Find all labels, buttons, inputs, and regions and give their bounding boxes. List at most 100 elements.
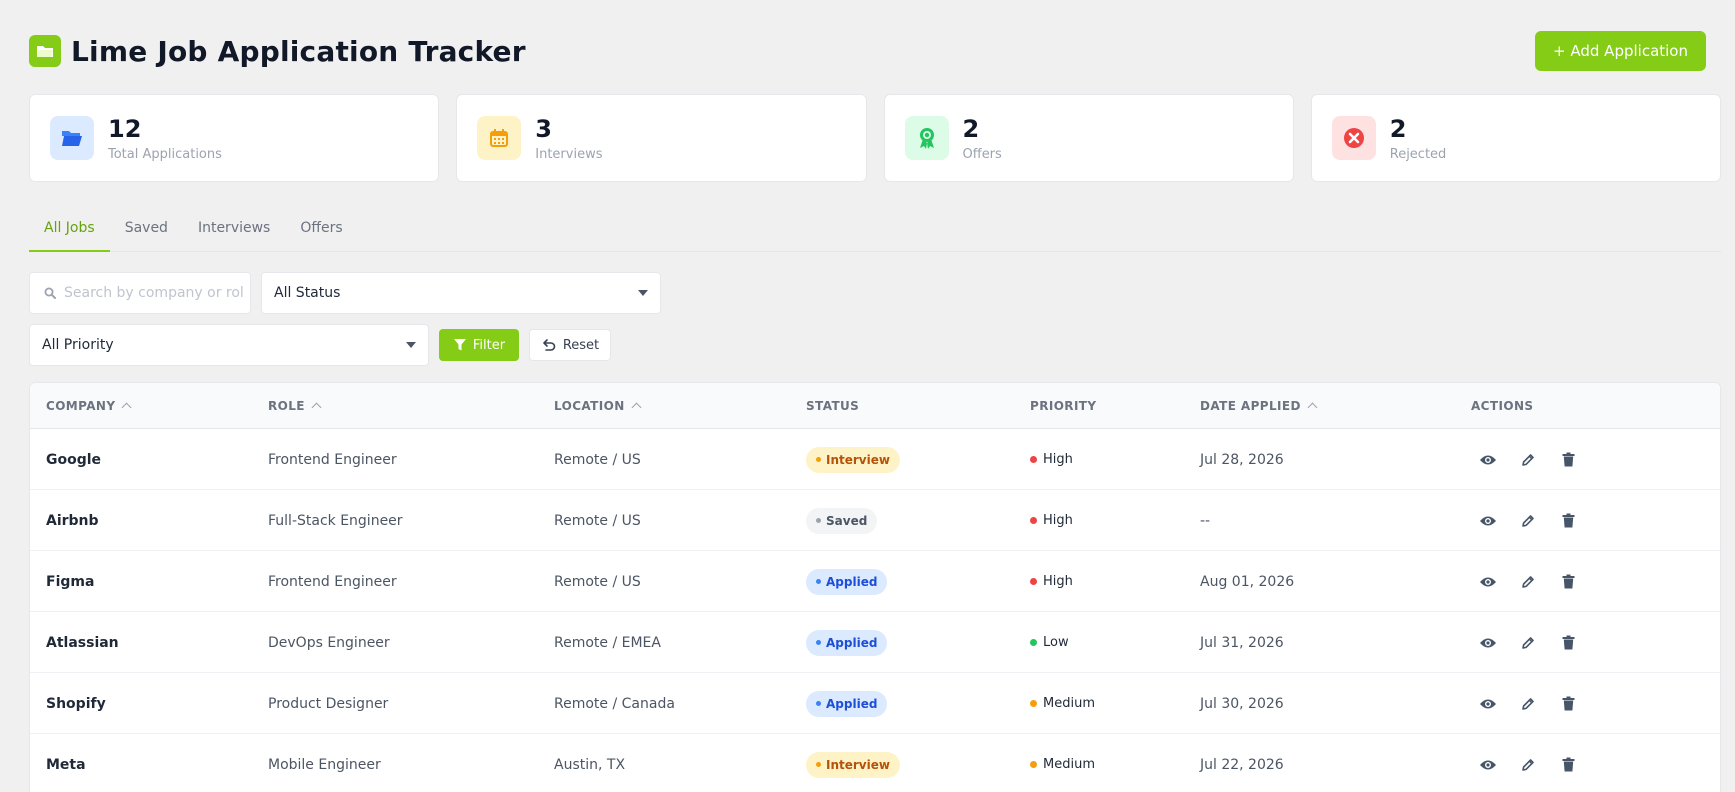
view-icon[interactable] — [1479, 451, 1497, 469]
tab-interviews[interactable]: Interviews — [183, 210, 285, 251]
location-cell: Remote / US — [554, 573, 641, 590]
priority-dot — [1030, 578, 1037, 585]
location-cell: Austin, TX — [554, 756, 626, 773]
delete-icon[interactable] — [1559, 573, 1577, 591]
date-applied-cell: Jul 31, 2026 — [1200, 634, 1284, 651]
tab-saved[interactable]: Saved — [110, 210, 183, 251]
priority-dot — [1030, 700, 1037, 707]
edit-icon[interactable] — [1519, 512, 1537, 530]
table-row: Figma Frontend Engineer Remote / US Applied… — [30, 551, 1720, 612]
column-location[interactable]: LOCATION — [554, 383, 642, 429]
edit-icon[interactable] — [1519, 451, 1537, 469]
priority-select[interactable]: All Priority — [29, 324, 429, 366]
filter-button-label: Filter — [472, 337, 506, 353]
status-badge: Applied — [806, 568, 888, 595]
status-badge-label: Applied — [826, 696, 878, 711]
priority-dot — [1030, 456, 1037, 463]
brand: Lime Job Application Tracker — [29, 35, 526, 68]
priority-cell: High — [1030, 490, 1073, 551]
status-badge-label: Saved — [826, 513, 868, 528]
stat-label: Interviews — [535, 146, 603, 162]
location-cell: Remote / Canada — [554, 695, 675, 712]
column-actions: ACTIONS — [1471, 383, 1533, 429]
date-applied-cell: -- — [1200, 512, 1211, 529]
chevron-down-icon — [406, 342, 416, 348]
role-cell: Full-Stack Engineer — [268, 512, 403, 529]
role-cell: Frontend Engineer — [268, 573, 397, 590]
company-cell: Figma — [46, 573, 95, 590]
column-label: LOCATION — [554, 399, 625, 413]
column-label: ROLE — [268, 399, 305, 413]
status-badge: Applied — [806, 629, 888, 656]
view-icon[interactable] — [1479, 756, 1497, 774]
location-cell: Remote / EMEA — [554, 634, 661, 651]
search-box — [29, 272, 251, 314]
priority-label: Low — [1043, 635, 1069, 650]
actions-cell — [1479, 612, 1577, 673]
status-dot — [816, 701, 821, 706]
status-badge: Applied — [806, 690, 888, 717]
reset-button[interactable]: Reset — [529, 329, 611, 361]
sort-asc-icon — [1307, 402, 1318, 413]
tab-offers[interactable]: Offers — [285, 210, 357, 251]
delete-icon[interactable] — [1559, 512, 1577, 530]
edit-icon[interactable] — [1519, 695, 1537, 713]
status-badge-label: Applied — [826, 635, 878, 650]
priority-select-value: All Priority — [42, 337, 114, 353]
table-header: COMPANY ROLE LOCATION STATUS PRIORITY DA… — [30, 383, 1720, 429]
delete-icon[interactable] — [1559, 634, 1577, 652]
column-role[interactable]: ROLE — [268, 383, 322, 429]
actions-cell — [1479, 551, 1577, 612]
add-application-button[interactable]: + Add Application — [1535, 31, 1706, 71]
column-company[interactable]: COMPANY — [46, 383, 132, 429]
view-icon[interactable] — [1479, 512, 1497, 530]
actions-cell — [1479, 429, 1577, 490]
location-cell: Remote / US — [554, 512, 641, 529]
status-select-value: All Status — [274, 285, 341, 301]
date-applied-cell: Jul 30, 2026 — [1200, 695, 1284, 712]
status-select[interactable]: All Status — [261, 272, 661, 314]
date-applied-cell: Aug 01, 2026 — [1200, 573, 1295, 590]
award-icon — [904, 116, 949, 160]
priority-label: Medium — [1043, 757, 1095, 772]
column-date-applied[interactable]: DATE APPLIED — [1200, 383, 1318, 429]
filter-icon — [453, 339, 466, 351]
role-cell: Frontend Engineer — [268, 451, 397, 468]
tab-all-jobs[interactable]: All Jobs — [29, 210, 110, 252]
view-icon[interactable] — [1479, 634, 1497, 652]
priority-indicator: High — [1030, 513, 1073, 528]
search-input[interactable] — [64, 285, 244, 301]
stat-card-total: 12 Total Applications — [29, 94, 440, 182]
column-priority: PRIORITY — [1030, 383, 1096, 429]
reset-button-label: Reset — [562, 337, 600, 353]
priority-cell: Medium — [1030, 734, 1095, 792]
priority-cell: Low — [1030, 612, 1069, 673]
filter-button[interactable]: Filter — [439, 329, 519, 361]
status-dot — [816, 640, 821, 645]
company-cell: Shopify — [46, 695, 106, 712]
status-dot — [816, 457, 821, 462]
column-label: ACTIONS — [1471, 399, 1534, 413]
priority-label: High — [1043, 452, 1073, 467]
undo-icon — [543, 339, 556, 351]
stat-value: 2 — [962, 114, 980, 143]
delete-icon[interactable] — [1559, 451, 1577, 469]
delete-icon[interactable] — [1559, 756, 1577, 774]
company-cell: Meta — [46, 756, 86, 773]
stat-card-interviews: 3 Interviews — [456, 94, 867, 182]
edit-icon[interactable] — [1519, 573, 1537, 591]
view-icon[interactable] — [1479, 695, 1497, 713]
priority-dot — [1030, 639, 1037, 646]
delete-icon[interactable] — [1559, 695, 1577, 713]
stat-value: 2 — [1389, 114, 1407, 143]
priority-indicator: Low — [1030, 635, 1069, 650]
column-label: PRIORITY — [1030, 399, 1097, 413]
status-dot — [816, 518, 821, 523]
view-icon[interactable] — [1479, 573, 1497, 591]
priority-label: Medium — [1043, 696, 1095, 711]
folder-icon — [29, 35, 61, 67]
edit-icon[interactable] — [1519, 634, 1537, 652]
edit-icon[interactable] — [1519, 756, 1537, 774]
sort-asc-icon — [311, 402, 322, 413]
search-icon — [44, 287, 56, 299]
